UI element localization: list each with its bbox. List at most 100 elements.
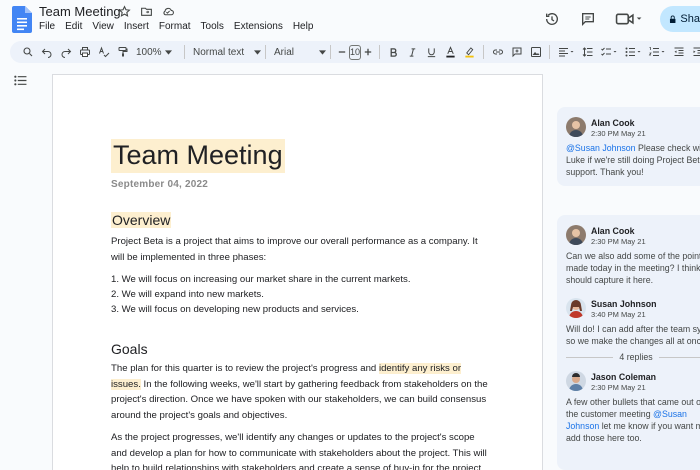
toolbar-divider — [330, 45, 331, 59]
insert-image-icon[interactable] — [526, 43, 545, 61]
comment-timestamp: 3:40 PM May 21 — [591, 310, 646, 319]
doc-date: September 04, 2022 — [111, 179, 208, 190]
menu-insert[interactable]: Insert — [124, 21, 149, 32]
toolbar-divider — [483, 45, 485, 59]
menu-help[interactable]: Help — [293, 21, 314, 32]
star-icon[interactable] — [117, 4, 131, 18]
document-page[interactable]: Team Meeting September 04, 2022 Overview… — [52, 74, 543, 470]
chevron-down-icon — [319, 49, 326, 55]
heading-overview: Overview — [111, 212, 172, 228]
comment-text-line: add those here too. — [566, 433, 642, 443]
list-item: 2. We will expand into new markets. — [111, 289, 264, 300]
comment-author: Alan Cook — [591, 226, 635, 236]
comment-thread-1[interactable]: Alan Cook 2:30 PM May 21 @Susan Johnson … — [557, 107, 700, 186]
menu-extensions[interactable]: Extensions — [234, 21, 283, 32]
chevron-down-icon — [164, 49, 172, 55]
insert-link-icon[interactable] — [488, 43, 507, 61]
numbered-list-icon[interactable] — [645, 43, 669, 61]
goals-text-start: The plan for this quarter is to review t… — [111, 363, 379, 374]
comment-author: Jason Coleman — [591, 372, 657, 382]
comment-text-line: made today in the meeting? I think w — [566, 263, 700, 273]
avatar — [566, 225, 586, 245]
comment-thread-2[interactable]: Alan Cook 2:30 PM May 21 Can we also add… — [557, 215, 700, 470]
decrease-font-size-icon[interactable] — [335, 43, 349, 61]
spellcheck-icon[interactable] — [94, 43, 113, 61]
overview-paragraph: Project Beta is a project that aims to i… — [111, 236, 478, 263]
comment-text-line: so we make the changes all at once — [566, 336, 700, 346]
comment-text-line: the customer meeting @Susan — [566, 408, 700, 420]
move-folder-icon[interactable] — [139, 4, 153, 18]
comments-icon[interactable] — [578, 9, 598, 29]
goals-paragraph-1: The plan for this quarter is to review t… — [111, 361, 491, 423]
menu-tools[interactable]: Tools — [201, 21, 224, 32]
line-spacing-icon[interactable] — [578, 43, 597, 61]
toolbar-divider — [265, 45, 266, 59]
mention-link[interactable]: @Susan Johnson — [566, 143, 636, 153]
chevron-down-icon — [254, 49, 261, 55]
paint-format-icon[interactable] — [113, 43, 132, 61]
font-size-input[interactable]: 10 — [349, 44, 362, 60]
comment-text: the customer meeting — [566, 409, 654, 419]
align-icon[interactable] — [554, 43, 578, 61]
menu-format[interactable]: Format — [159, 21, 191, 32]
search-menus-icon[interactable] — [18, 43, 37, 61]
text-color-icon[interactable] — [441, 43, 460, 61]
font-value: Arial — [274, 46, 295, 58]
avatar — [566, 371, 586, 391]
mention-link[interactable]: @Susan — [653, 409, 687, 419]
font-select[interactable]: Arial — [274, 47, 326, 58]
bold-icon[interactable] — [384, 43, 403, 61]
paragraph-style-select[interactable]: Normal text — [193, 47, 261, 58]
comment-text-line: Will do! I can add after the team sync — [566, 324, 700, 334]
comment-timestamp: 2:30 PM May 21 — [591, 383, 646, 392]
lock-icon — [669, 15, 676, 23]
undo-icon[interactable] — [37, 43, 56, 61]
menu-edit[interactable]: Edit — [65, 21, 82, 32]
heading-goals: Goals — [111, 341, 148, 357]
comment-text-line: should capture it here. — [566, 275, 654, 285]
highlight-color-icon[interactable] — [460, 43, 479, 61]
comment-timestamp: 2:30 PM May 21 — [591, 237, 646, 246]
add-comment-icon[interactable] — [507, 43, 526, 61]
menu-bar: File Edit View Insert Format Tools Exten… — [39, 21, 313, 32]
toolbar-divider — [379, 45, 381, 59]
document-title[interactable]: Team Meeting — [39, 4, 121, 19]
bulleted-list-icon[interactable] — [621, 43, 645, 61]
share-button[interactable]: Sha — [660, 6, 700, 32]
doc-heading-title: Team Meeting — [111, 139, 285, 174]
comment-text: let me know if you want me to — [601, 421, 700, 431]
decrease-indent-icon[interactable] — [669, 43, 688, 61]
cloud-saved-icon[interactable] — [161, 4, 175, 18]
menu-file[interactable]: File — [39, 21, 55, 32]
mention-link[interactable]: Johnson — [566, 421, 599, 431]
docs-logo-icon[interactable] — [12, 6, 32, 33]
comment-text-line: Johnson let me know if you want me to — [566, 420, 700, 432]
toolbar-divider — [549, 45, 551, 59]
meet-camera-icon[interactable] — [614, 9, 644, 29]
redo-icon[interactable] — [56, 43, 75, 61]
italic-icon[interactable] — [403, 43, 422, 61]
replies-count: 4 replies — [619, 352, 653, 362]
phases-list: 1. We will focus on increasing our marke… — [111, 272, 411, 317]
underline-icon[interactable] — [422, 43, 441, 61]
divider — [566, 356, 614, 358]
zoom-select[interactable]: 100% — [136, 47, 180, 58]
comment-author: Susan Johnson — [591, 299, 657, 309]
checklist-icon[interactable] — [597, 43, 621, 61]
replies-toggle[interactable]: 4 replies — [566, 352, 700, 362]
increase-font-size-icon[interactable] — [361, 43, 375, 61]
comment-text: Please check with — [638, 143, 700, 153]
version-history-icon[interactable] — [542, 9, 562, 29]
paragraph-style-value: Normal text — [193, 46, 245, 58]
toolbar-divider — [184, 45, 185, 59]
menu-view[interactable]: View — [92, 21, 114, 32]
zoom-value: 100% — [136, 46, 162, 58]
list-item: 1. We will focus on increasing our marke… — [111, 274, 411, 285]
title-bar: Team Meeting File Edit View Insert Forma… — [0, 0, 700, 40]
formatting-toolbar: 100% Normal text Arial 10 — [10, 41, 700, 63]
print-icon[interactable] — [75, 43, 94, 61]
avatar — [566, 117, 586, 137]
avatar — [566, 298, 586, 318]
increase-indent-icon[interactable] — [688, 43, 700, 61]
document-outline-icon[interactable] — [14, 75, 27, 86]
